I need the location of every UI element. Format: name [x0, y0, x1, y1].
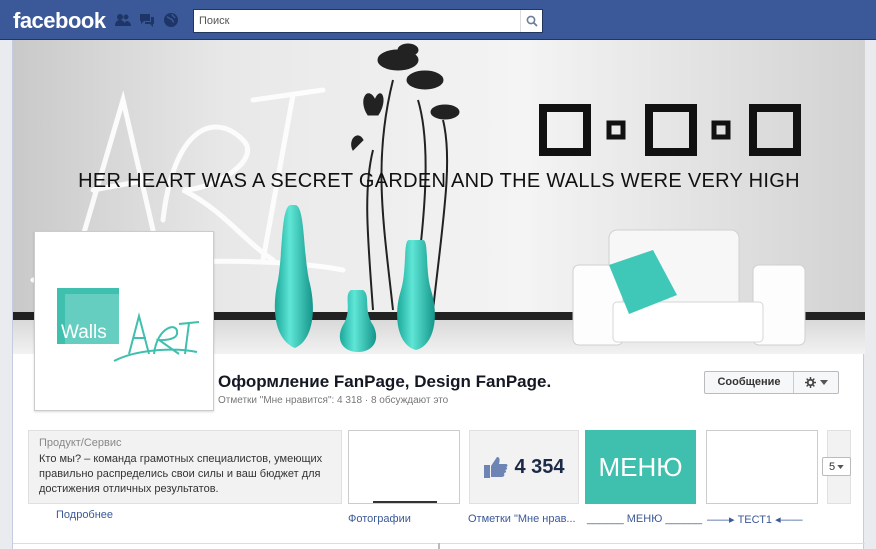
menu-tile-text: МЕНЮ [598, 451, 683, 482]
chevron-down-icon [819, 380, 828, 385]
photo-thumb [373, 501, 437, 503]
profile-picture[interactable]: Walls [34, 231, 214, 411]
messages-icon[interactable] [138, 12, 156, 28]
logo-word-walls: Walls [61, 322, 107, 343]
page-stats: Отметки "Мне нравится": 4 318 · 8 обсужд… [218, 395, 449, 406]
thumbs-up-icon [484, 457, 508, 478]
friends-icon[interactable] [114, 12, 132, 28]
app-likes-label[interactable]: Отметки "Мне нрав... [468, 513, 576, 525]
about-more-link[interactable]: Подробнее [56, 509, 113, 521]
search-icon [526, 15, 538, 27]
more-apps-button[interactable]: 5 [822, 457, 851, 476]
app-menu-label[interactable]: ______ МЕНЮ ______ [587, 513, 702, 525]
more-apps-count: 5 [828, 460, 836, 473]
gear-icon [804, 377, 816, 388]
app-test-label[interactable]: ——▸ ТЕСТ1 ◂—— [707, 513, 803, 526]
app-menu-tile[interactable]: МЕНЮ [585, 430, 696, 504]
search-button[interactable] [520, 10, 542, 32]
facebook-logo[interactable]: facebook [13, 8, 106, 34]
message-button[interactable]: Сообщение [704, 371, 839, 394]
top-bar: facebook [0, 0, 876, 40]
likes-count: 4 354 [514, 455, 565, 478]
cover-quote: HER HEART WAS A SECRET GARDEN AND THE WA… [78, 170, 800, 192]
page-category: Продукт/Сервис [39, 437, 122, 449]
settings-dropdown[interactable] [794, 377, 838, 388]
app-photos-label[interactable]: Фотографии [348, 513, 411, 525]
about-box[interactable]: Продукт/Сервис Кто мы? – команда грамотн… [28, 430, 342, 504]
page-frame: HER HEART WAS A SECRET GARDEN AND THE WA… [12, 40, 865, 549]
page-title[interactable]: Оформление FanPage, Design FanPage. [218, 372, 551, 392]
app-photos-tile[interactable] [348, 430, 460, 504]
jewel-icons [114, 12, 180, 28]
message-button-label: Сообщение [705, 372, 794, 393]
about-text: Кто мы? – команда грамотных специалистов… [39, 453, 323, 495]
search-input[interactable] [194, 11, 520, 31]
scroll-indicator [438, 543, 440, 549]
notifications-globe-icon[interactable] [162, 12, 180, 28]
app-likes-tile[interactable]: 4 354 [469, 430, 579, 504]
app-test-tile[interactable] [706, 430, 818, 504]
search-box[interactable] [193, 9, 543, 33]
walls-art-logo: Walls [39, 236, 209, 406]
chevron-down-icon [837, 464, 844, 469]
